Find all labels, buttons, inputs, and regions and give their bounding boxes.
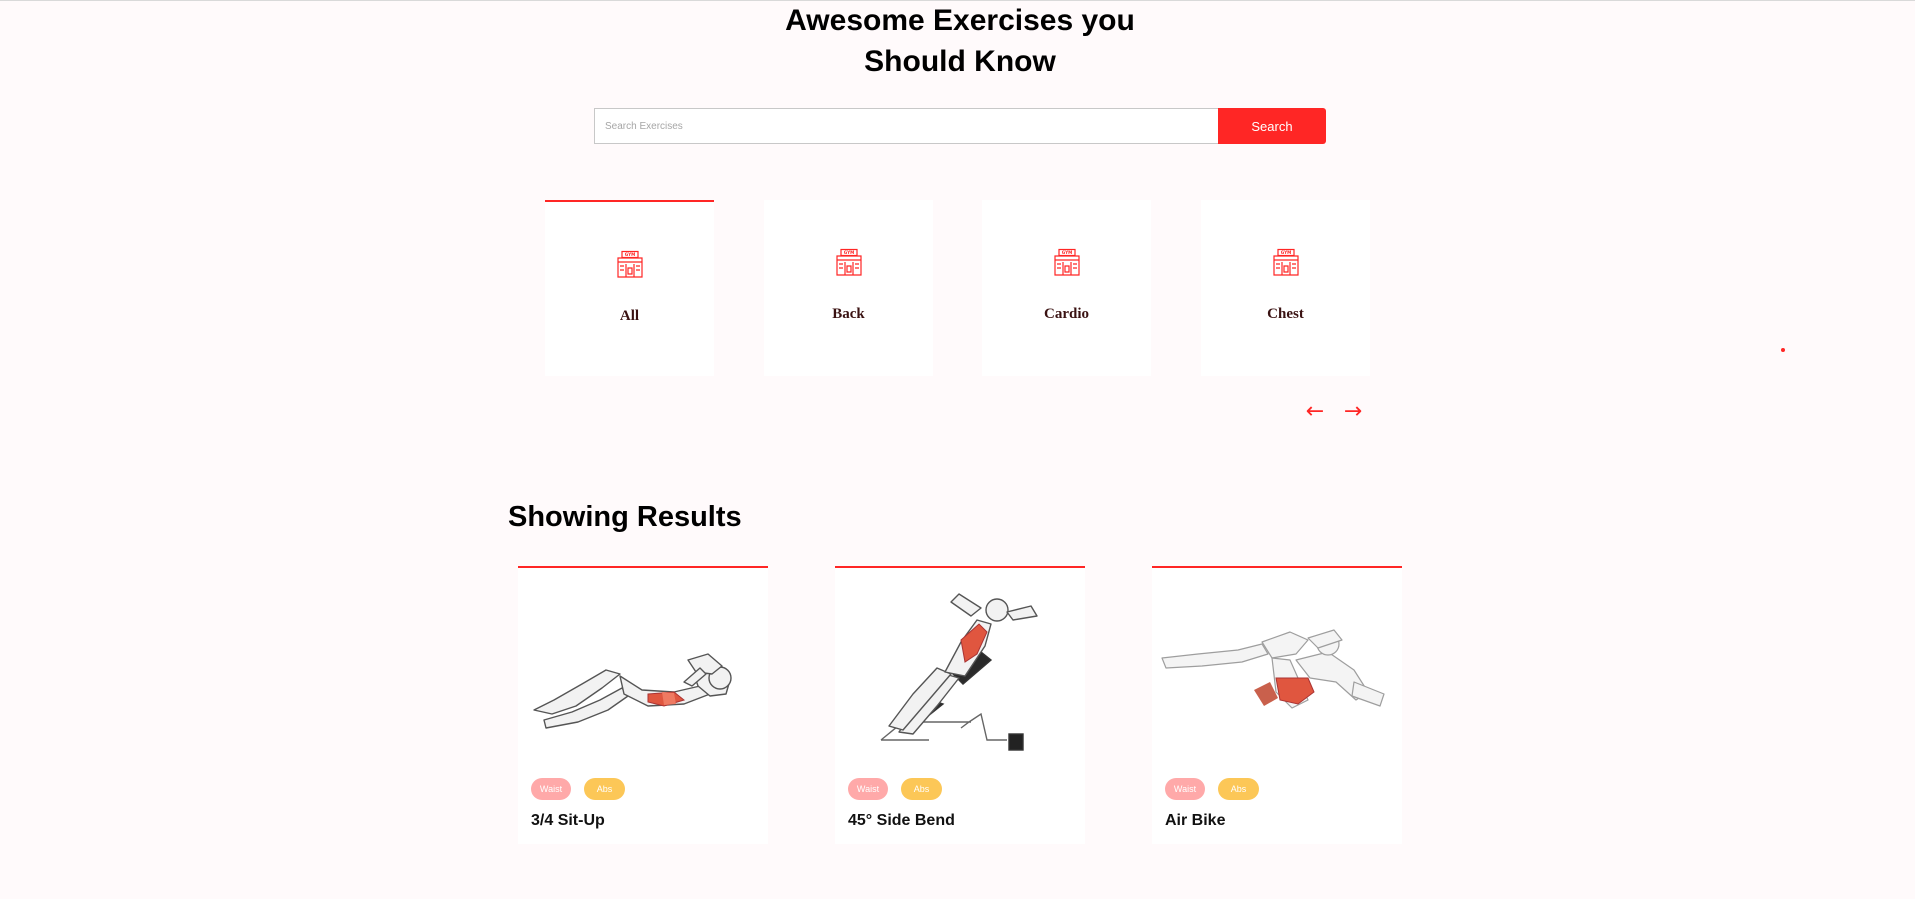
results-heading: Showing Results [508,501,742,533]
hero-title-line-1: Awesome Exercises you [785,4,1135,37]
tag-abs[interactable]: Abs [584,778,625,800]
search-button[interactable]: Search [1218,108,1326,144]
exercise-card-side-bend[interactable]: Waist Abs 45° Side Bend [835,566,1085,844]
tag-waist[interactable]: Waist [531,778,571,800]
exercise-card-air-bike[interactable]: Waist Abs Air Bike [1152,566,1402,844]
exercise-name: 3/4 Sit-Up [531,812,605,829]
category-label-cardio: Cardio [1044,306,1089,322]
search-bar: Search [594,108,1326,144]
hero-title: Awesome Exercises you Should Know [0,0,1915,82]
hero-title-line-2: Should Know [864,45,1056,78]
tag-abs[interactable]: Abs [901,778,942,800]
decorative-dot [1781,348,1785,352]
category-card-all[interactable]: GYM All [545,200,714,376]
svg-text:GYM: GYM [1281,250,1292,255]
exercise-name: Air Bike [1165,812,1226,829]
category-card-cardio[interactable]: GYM Cardio [982,200,1151,376]
gym-icon: GYM [836,248,862,276]
air-bike-illustration [1161,629,1385,709]
tag-waist[interactable]: Waist [1165,778,1205,800]
search-input[interactable] [594,108,1218,144]
tag-waist[interactable]: Waist [848,778,888,800]
category-label-all: All [619,308,640,324]
svg-text:GYM: GYM [844,250,855,255]
sit-up-illustration [533,653,732,729]
category-card-chest[interactable]: GYM Chest [1201,200,1370,376]
side-bend-illustration [880,593,1038,751]
left-arrow-icon[interactable]: ← [1302,401,1328,423]
svg-text:GYM: GYM [625,252,636,257]
category-label-chest: Chest [1267,306,1304,322]
right-arrow-icon[interactable]: → [1340,401,1366,423]
exercise-card-sit-up[interactable]: Waist Abs 3/4 Sit-Up [518,566,768,844]
gym-icon: GYM [1054,248,1080,276]
gym-icon: GYM [617,250,643,278]
category-card-back[interactable]: GYM Back [764,200,933,376]
exercise-name: 45° Side Bend [848,812,955,829]
tag-abs[interactable]: Abs [1218,778,1259,800]
svg-text:GYM: GYM [1062,250,1073,255]
category-label-back: Back [832,306,865,322]
gym-icon: GYM [1273,248,1299,276]
